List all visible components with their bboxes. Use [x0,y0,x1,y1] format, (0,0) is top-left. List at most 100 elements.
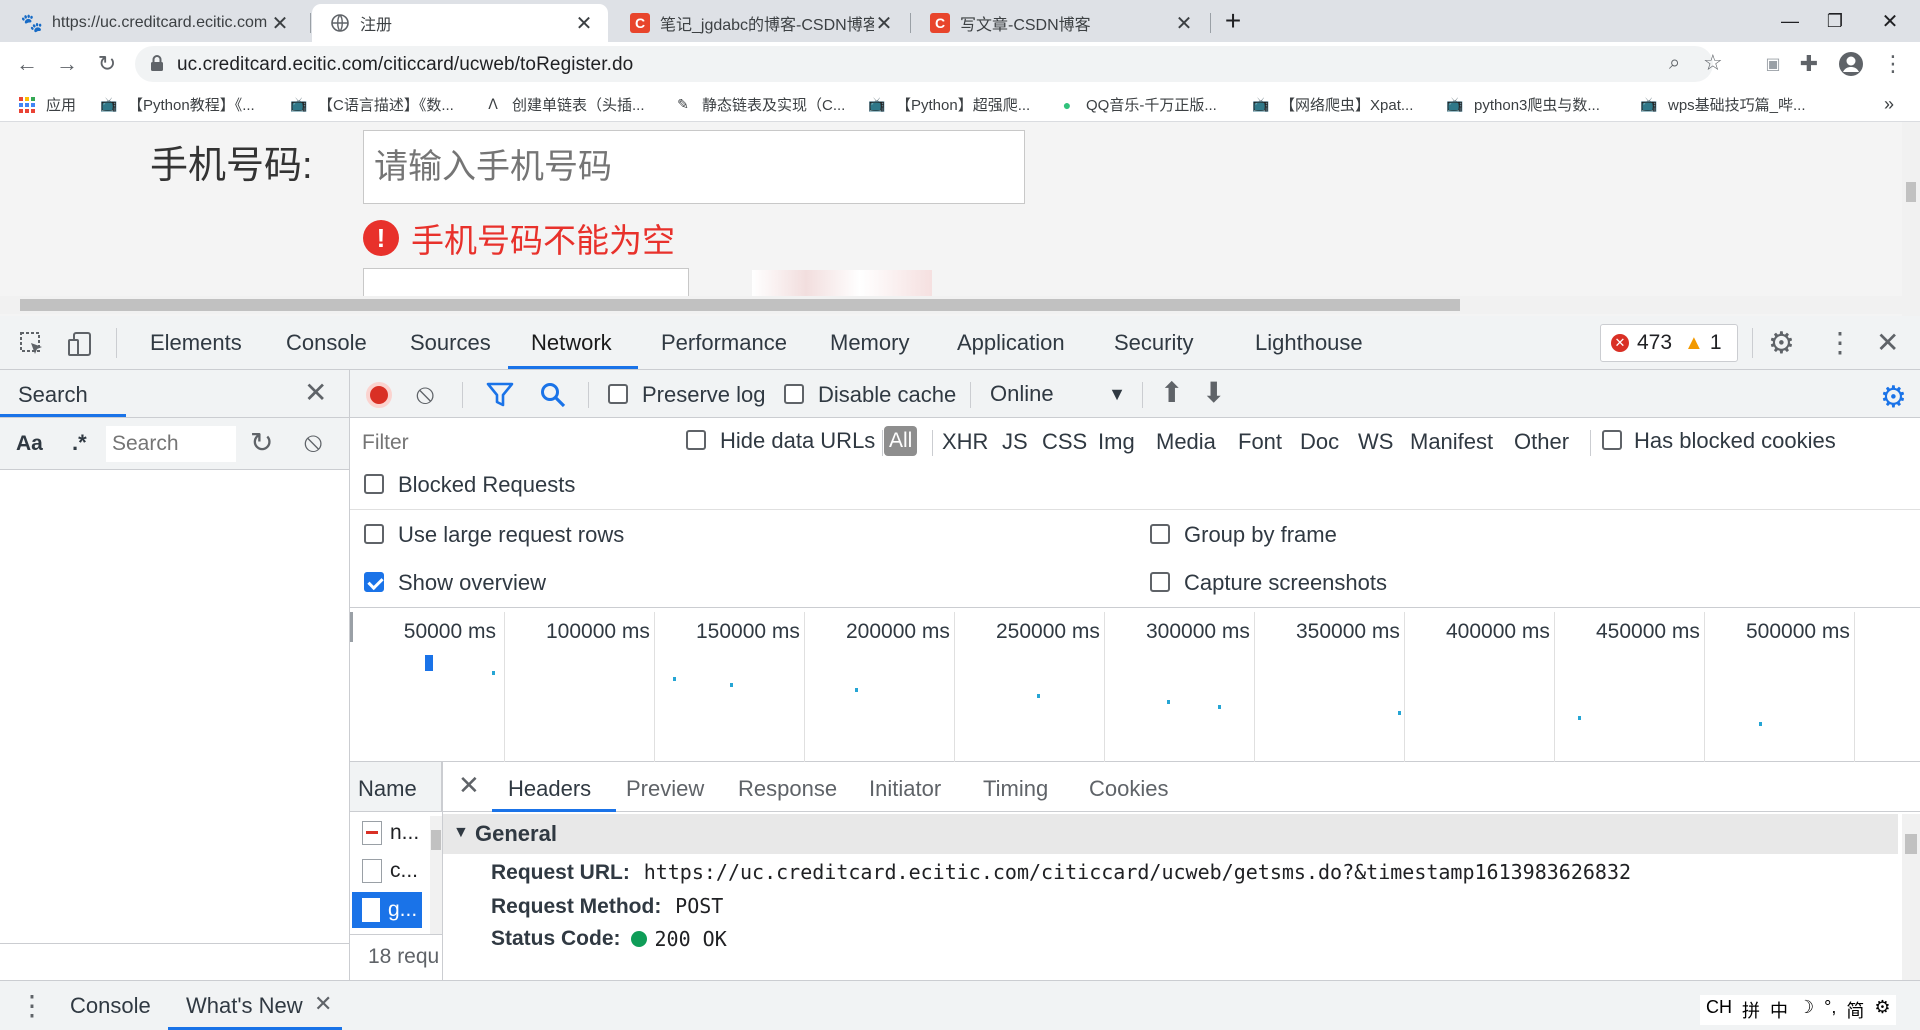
close-icon[interactable]: ✕ [270,11,290,36]
devtools-tab-lighthouse[interactable]: Lighthouse [1255,330,1363,356]
extension-csdn-icon[interactable]: ▣ [1756,47,1790,81]
detail-tab-cookies[interactable]: Cookies [1089,776,1168,802]
close-icon[interactable]: ✕ [314,991,332,1017]
back-arrow-icon[interactable]: ← [10,47,44,81]
hide-data-urls-checkbox[interactable] [686,430,706,450]
bookmark-star-icon[interactable]: ☆ [1703,50,1723,76]
record-icon[interactable] [366,382,392,408]
filter-input[interactable] [356,426,662,460]
bookmark-item[interactable]: 📺 【Python】超强爬... [868,94,1030,115]
devtools-close-icon[interactable]: ✕ [1876,326,1899,359]
type-filter-ws[interactable]: WS [1358,429,1393,455]
request-row-selected[interactable]: g... [352,892,422,928]
request-row[interactable]: c... [350,852,430,890]
reload-icon[interactable]: ↻ [90,47,124,81]
moon-icon[interactable]: ☽ [1798,997,1814,1023]
has-blocked-cookies-checkbox[interactable] [1602,430,1622,450]
regex-button[interactable]: .* [72,430,87,456]
preserve-log-checkbox[interactable] [608,384,628,404]
gear-icon[interactable]: ⚙ [1874,997,1890,1023]
detail-tab-timing[interactable]: Timing [983,776,1048,802]
ime-label[interactable]: 简 [1846,997,1864,1023]
restore-button[interactable]: ❐ [1805,0,1865,42]
capture-screenshots-checkbox[interactable] [1150,572,1170,592]
request-row[interactable]: n... [350,814,430,852]
bookmark-item[interactable]: 📺 【Python教程】《... [100,94,254,115]
match-case-button[interactable]: Aa [16,432,43,456]
zoom-icon[interactable]: ⌕ [1669,52,1680,75]
type-filter-img[interactable]: Img [1098,429,1135,455]
devtools-tab-performance[interactable]: Performance [661,330,787,356]
devtools-tab-sources[interactable]: Sources [410,330,491,356]
disable-cache-checkbox[interactable] [784,384,804,404]
details-scrollbar[interactable] [1902,814,1920,980]
close-search-icon[interactable]: ✕ [304,376,327,409]
devtools-tab-memory[interactable]: Memory [830,330,909,356]
bookmark-item[interactable]: 📺 wps基础技巧篇_哔... [1640,94,1805,115]
type-filter-media[interactable]: Media [1156,429,1216,455]
refresh-search-icon[interactable]: ↻ [250,426,273,459]
type-filter-css[interactable]: CSS [1042,429,1087,455]
close-icon[interactable]: ✕ [874,11,894,36]
new-tab-button[interactable]: + [1208,0,1258,42]
page-horizontal-scrollbar[interactable] [0,296,1902,314]
drawer-tab-console[interactable]: Console [70,993,151,1019]
type-filter-manifest[interactable]: Manifest [1410,429,1493,455]
import-har-icon[interactable]: ⬆ [1160,376,1183,409]
issues-counter[interactable]: ✕ 473 ▲ 1 [1600,324,1738,362]
profile-avatar-icon[interactable] [1834,47,1868,81]
export-har-icon[interactable]: ⬇ [1202,376,1225,409]
page-vertical-scrollbar[interactable] [1902,122,1920,316]
detail-tab-response[interactable]: Response [738,776,837,802]
devtools-tab-console[interactable]: Console [286,330,367,356]
devtools-tab-security[interactable]: Security [1114,330,1193,356]
bookmark-item[interactable]: ᐱ 创建单链表（头插... [484,94,644,115]
inspect-element-icon[interactable] [18,330,46,358]
group-by-frame-checkbox[interactable] [1150,524,1170,544]
general-section-header[interactable]: ▼ General [443,814,1898,854]
browser-tab-csdn-notes[interactable]: C 笔记_jgdabc的博客-CSDN博客 ✕ [612,4,908,42]
type-filter-font[interactable]: Font [1238,429,1282,455]
browser-tab-csdn-write[interactable]: C 写文章-CSDN博客 ✕ [912,4,1208,42]
search-input[interactable] [106,426,236,462]
bookmark-item[interactable]: ● QQ音乐-千万正版... [1058,94,1217,115]
ime-label[interactable]: 拼 [1742,997,1760,1023]
bookmark-item[interactable]: 📺 【C语言描述】《数... [290,94,454,115]
bookmark-item[interactable]: ✎ 静态链表及实现（C... [674,94,845,115]
clear-search-icon[interactable]: ⦸ [304,426,322,459]
detail-tab-headers[interactable]: Headers [508,776,591,802]
network-settings-gear-icon[interactable]: ⚙ [1880,380,1907,415]
detail-tab-initiator[interactable]: Initiator [869,776,941,802]
browser-menu-icon[interactable]: ⋮ [1876,47,1910,81]
settings-gear-icon[interactable]: ⚙ [1768,326,1795,361]
name-column-header[interactable]: Name [358,776,417,802]
type-filter-xhr[interactable]: XHR [942,429,988,455]
bookmark-apps[interactable]: 应用 [18,94,76,115]
close-details-icon[interactable]: ✕ [458,770,480,801]
bookmark-item[interactable]: 📺 python3爬虫与数... [1446,94,1600,115]
drawer-menu-icon[interactable]: ⋮ [18,989,46,1022]
bookmark-item[interactable]: 📺 【网络爬虫】Xpat... [1252,94,1413,115]
drawer-tab-whats-new[interactable]: What's New [186,993,303,1019]
request-list-scrollbar[interactable] [430,816,442,936]
throttling-select[interactable]: Online ▼ [990,376,1126,412]
device-toolbar-icon[interactable] [66,330,94,358]
overview-handle[interactable] [350,612,353,642]
devtools-tab-elements[interactable]: Elements [150,330,242,356]
show-overview-checkbox[interactable] [364,572,384,592]
filter-funnel-icon[interactable] [486,382,514,413]
window-close-button[interactable]: ✕ [1860,0,1920,42]
ime-label[interactable]: CH [1706,997,1732,1023]
type-filter-all[interactable]: All [884,426,918,456]
close-icon[interactable]: ✕ [1174,11,1194,36]
large-rows-checkbox[interactable] [364,524,384,544]
devtools-tab-network[interactable]: Network [531,330,612,356]
browser-tab-register[interactable]: 注册 ✕ [312,4,608,42]
type-filter-js[interactable]: JS [1002,429,1028,455]
type-filter-other[interactable]: Other [1514,429,1569,455]
clear-log-icon[interactable]: ⦸ [416,378,434,411]
phone-input[interactable] [363,130,1025,204]
type-filter-doc[interactable]: Doc [1300,429,1339,455]
search-icon[interactable] [540,382,566,413]
ime-label[interactable]: 中 [1770,997,1788,1023]
